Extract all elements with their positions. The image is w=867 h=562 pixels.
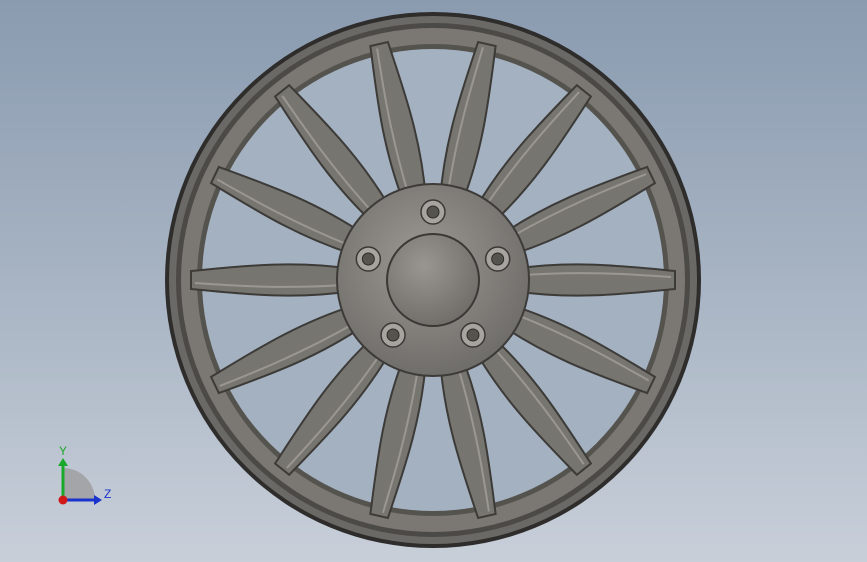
hub <box>336 183 530 377</box>
z-arrow-icon <box>94 495 102 505</box>
triad-plane-shading <box>63 468 95 500</box>
lug-hole-bore <box>426 205 440 219</box>
coordinate-triad: Y Z <box>58 444 111 505</box>
lug-hole-bore <box>386 328 400 342</box>
spoke <box>512 263 676 297</box>
lug-hole-bore <box>491 252 505 266</box>
z-axis-label: Z <box>104 487 111 501</box>
lug-hole-bore <box>466 328 480 342</box>
lug-hole-bore <box>361 252 375 266</box>
spoke <box>190 263 354 297</box>
wheel-model[interactable] <box>0 0 867 562</box>
y-arrow-icon <box>58 458 68 466</box>
x-axis-dot <box>58 495 68 505</box>
center-cap <box>386 233 480 327</box>
3d-viewport[interactable]: Y Z <box>0 0 867 562</box>
y-axis-label: Y <box>59 444 67 458</box>
